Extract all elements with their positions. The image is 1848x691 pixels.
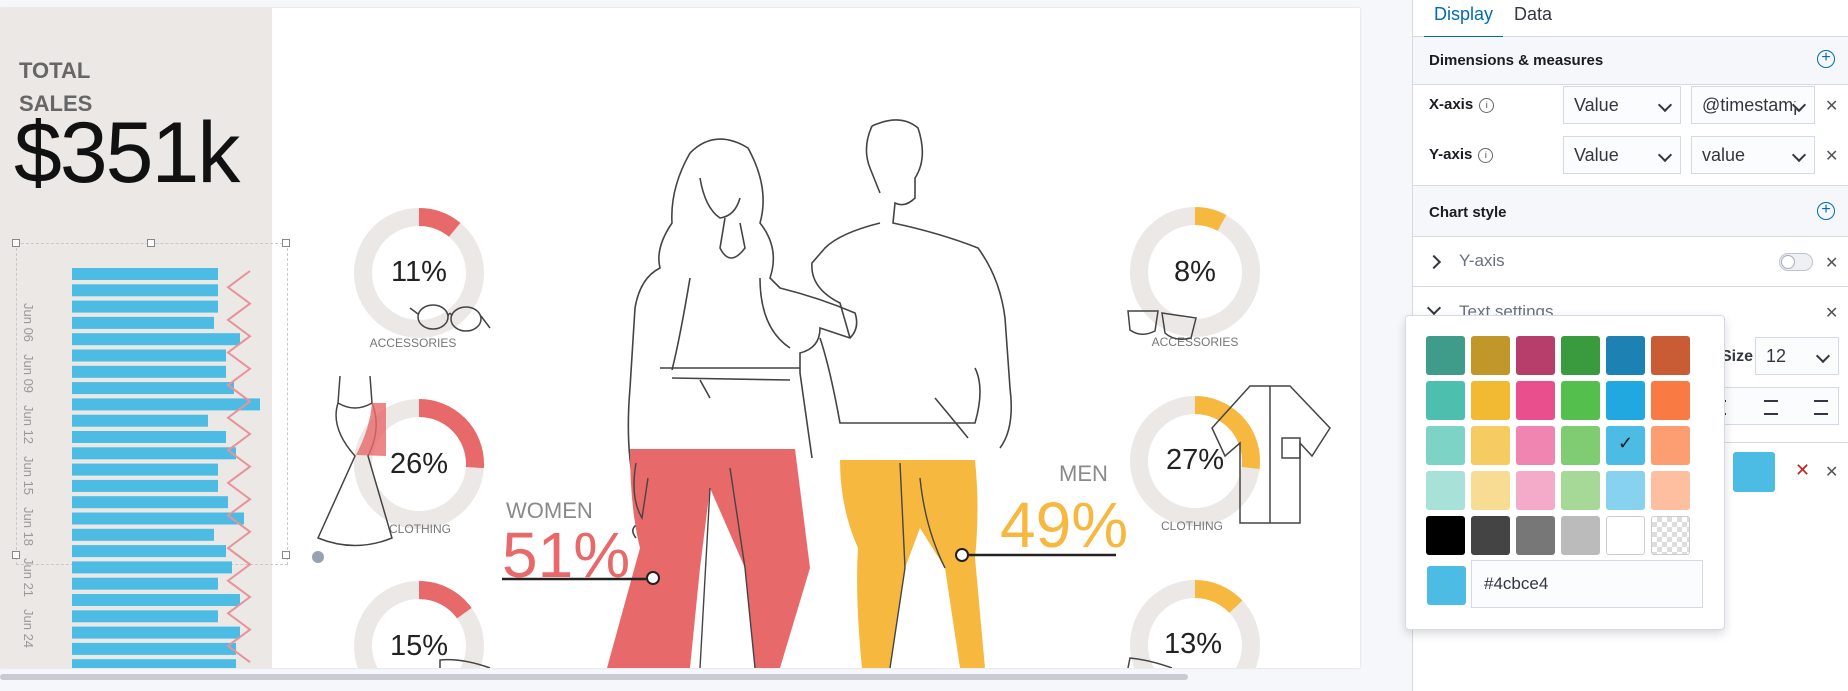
man-figure (811, 119, 1013, 449)
y-axis-field-value: value (1702, 145, 1746, 165)
info-icon[interactable]: i (1479, 97, 1495, 113)
men-label: MEN (1059, 461, 1108, 486)
divider (1413, 286, 1848, 287)
hex-preview-swatch (1427, 566, 1466, 605)
chevron-down-icon (1657, 147, 1673, 163)
men-percent: 49% (1000, 489, 1129, 561)
icon-men-shoes (1127, 657, 1173, 668)
color-swatch[interactable] (1471, 381, 1510, 420)
chevron-down-icon (1815, 348, 1831, 364)
icon-dress (316, 375, 393, 547)
tab-display[interactable]: Display (1424, 2, 1504, 38)
workpad-canvas[interactable]: TOTAL SALES $351k Jun 06 Jun 09 Jun 12 Jun … (0, 8, 1360, 668)
y-axis-row-label: Y-axis i (1429, 146, 1494, 163)
x-axis-type-select[interactable]: Value (1563, 86, 1681, 124)
x-axis-field-select[interactable]: @timestamp (1691, 86, 1815, 124)
color-swatch[interactable] (1606, 336, 1645, 375)
woman-pants (607, 449, 810, 668)
chart-style-title: Chart style (1429, 204, 1507, 221)
color-swatch[interactable] (1426, 336, 1465, 375)
dimensions-measures-title: Dimensions & measures (1429, 52, 1604, 69)
color-swatch[interactable] (1561, 336, 1600, 375)
divider (1413, 84, 1848, 85)
x-axis-row-label: X-axis i (1429, 96, 1495, 113)
x-axis-label: X-axis (1429, 96, 1474, 113)
remove-row-icon[interactable]: ✕ (1825, 462, 1838, 482)
color-swatch[interactable]: ✓ (1606, 426, 1645, 465)
icon-shoes (439, 658, 491, 668)
chevron-down-icon[interactable] (1426, 300, 1442, 316)
font-size-label: Size (1721, 348, 1754, 365)
remove-y-axis-style-icon[interactable]: ✕ (1825, 253, 1838, 273)
color-swatch[interactable] (1606, 516, 1645, 555)
color-swatch[interactable] (1426, 471, 1465, 510)
color-swatch[interactable] (1516, 381, 1555, 420)
color-swatch[interactable] (1426, 516, 1465, 555)
remove-text-settings-icon[interactable]: ✕ (1825, 303, 1838, 323)
color-swatch[interactable] (1651, 516, 1690, 555)
color-swatch[interactable] (1471, 471, 1510, 510)
color-swatch[interactable] (1426, 381, 1465, 420)
color-swatch[interactable] (1516, 516, 1555, 555)
icon-shirt (1211, 385, 1331, 524)
x-axis-field-value: @timestamp (1702, 95, 1804, 115)
color-swatch[interactable] (1561, 471, 1600, 510)
remove-x-axis-icon[interactable]: ✕ (1825, 96, 1838, 116)
color-picker-popover: ✓ #4cbce4 (1405, 315, 1725, 630)
check-icon: ✓ (1618, 433, 1634, 453)
color-swatch[interactable] (1561, 426, 1600, 465)
align-right-icon[interactable] (1814, 400, 1828, 415)
sidebar-tabs: Display Data (1413, 0, 1848, 38)
dress-fill (356, 403, 386, 456)
x-axis-type-value: Value (1574, 95, 1619, 115)
y-axis-toggle[interactable] (1779, 253, 1813, 271)
color-swatch[interactable] (1471, 336, 1510, 375)
color-swatch[interactable] (1651, 471, 1690, 510)
icon-glasses-men (1127, 310, 1197, 340)
women-percent: 51% (502, 519, 631, 591)
color-swatch[interactable] (1606, 381, 1645, 420)
color-swatch[interactable] (1516, 426, 1555, 465)
chevron-down-icon (1657, 97, 1673, 113)
hex-color-input[interactable]: #4cbce4 (1471, 560, 1703, 608)
icon-glasses-women (409, 304, 491, 332)
y-axis-field-select[interactable]: value (1691, 136, 1815, 174)
color-swatch[interactable] (1516, 471, 1555, 510)
remove-color-icon[interactable]: ✕ (1795, 460, 1810, 481)
font-size-value: 12 (1766, 346, 1787, 366)
people-illustration (316, 119, 1331, 668)
color-swatch[interactable] (1516, 336, 1555, 375)
info-icon[interactable]: i (1478, 147, 1494, 163)
color-swatch[interactable] (1651, 336, 1690, 375)
divider (1413, 236, 1848, 237)
color-swatch[interactable] (1426, 426, 1465, 465)
chevron-down-icon (1791, 147, 1807, 163)
women-callout-dot (646, 571, 660, 585)
chevron-right-icon[interactable] (1426, 254, 1442, 270)
color-swatch[interactable] (1471, 426, 1510, 465)
color-selected-swatch[interactable] (1733, 452, 1775, 492)
color-swatch[interactable] (1471, 516, 1510, 555)
color-swatch[interactable] (1651, 381, 1690, 420)
add-dimension-button[interactable]: + (1817, 50, 1835, 68)
add-chart-style-button[interactable]: + (1817, 202, 1835, 220)
y-axis-label: Y-axis (1429, 146, 1473, 163)
font-size-select[interactable]: 12 (1755, 337, 1839, 375)
men-callout-dot (955, 548, 969, 562)
man-pants (840, 460, 985, 668)
y-axis-type-select[interactable]: Value (1563, 136, 1681, 174)
y-axis-type-value: Value (1574, 145, 1619, 165)
color-swatch[interactable] (1651, 426, 1690, 465)
color-swatch[interactable] (1606, 471, 1645, 510)
color-swatch[interactable] (1561, 381, 1600, 420)
y-axis-section-label[interactable]: Y-axis (1459, 251, 1505, 271)
workpad-horizontal-scrollbar[interactable] (0, 674, 1188, 680)
color-swatch[interactable] (1561, 516, 1600, 555)
workpad-area: TOTAL SALES $351k Jun 06 Jun 09 Jun 12 Jun … (0, 0, 1412, 691)
remove-y-axis-icon[interactable]: ✕ (1825, 146, 1838, 166)
tab-data[interactable]: Data (1504, 2, 1562, 36)
align-center-icon[interactable] (1764, 400, 1778, 415)
